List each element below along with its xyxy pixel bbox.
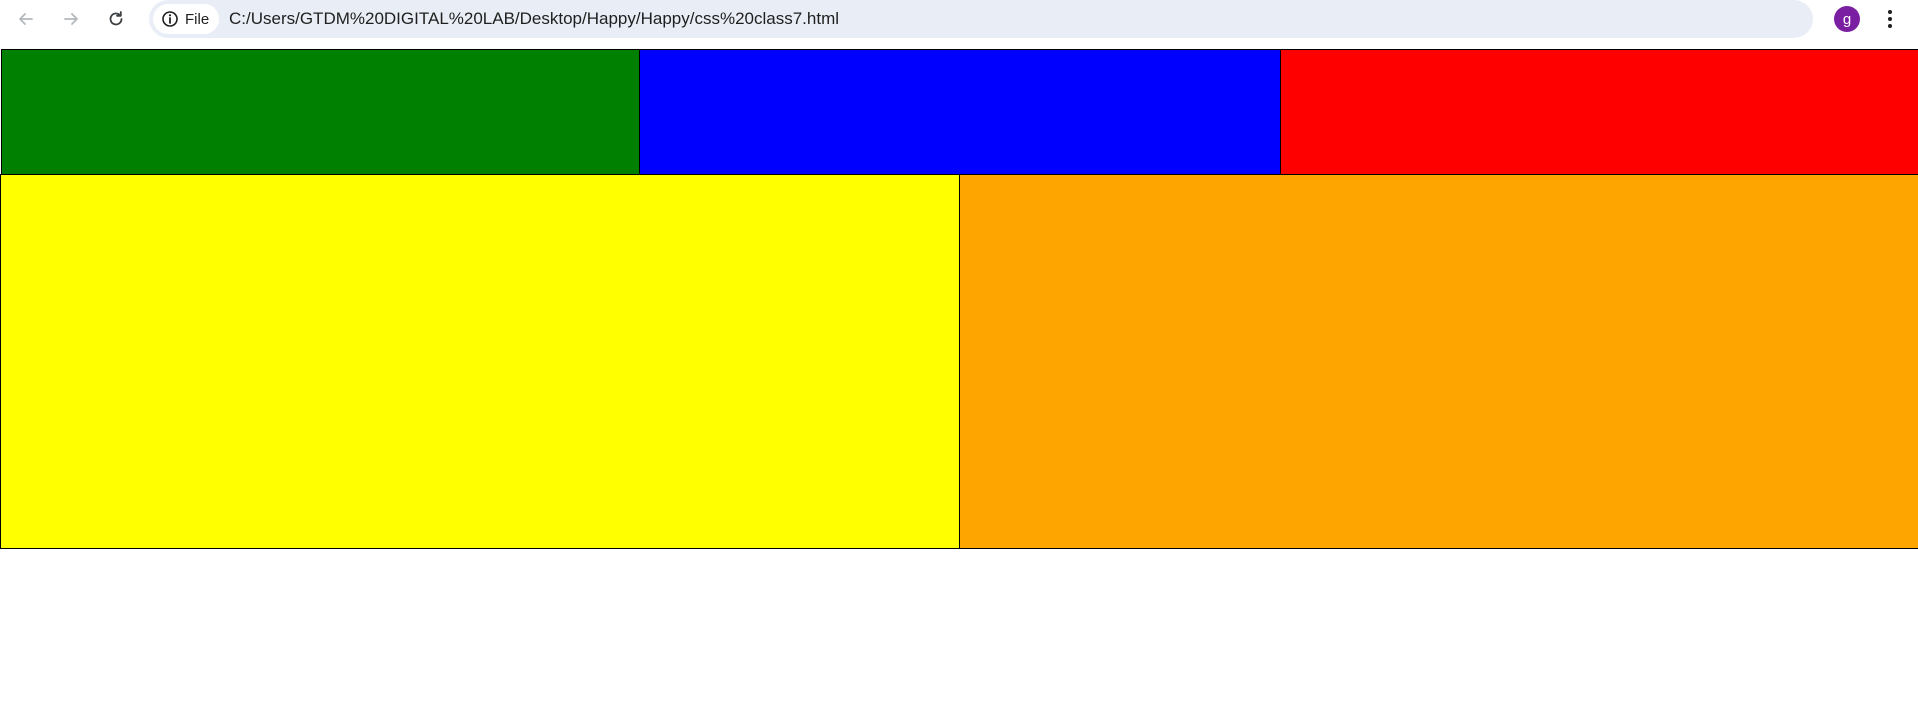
- forward-button[interactable]: [53, 1, 89, 37]
- blue-box: [639, 49, 1281, 175]
- red-box: [1280, 49, 1918, 175]
- site-chip-label: File: [185, 10, 210, 28]
- page-content: [0, 48, 1918, 716]
- kebab-menu-icon[interactable]: [1878, 7, 1902, 31]
- url-text[interactable]: C:/Users/GTDM%20DIGITAL%20LAB/Desktop/Ha…: [229, 9, 839, 29]
- back-button[interactable]: [8, 1, 44, 37]
- address-bar[interactable]: File C:/Users/GTDM%20DIGITAL%20LAB/Deskt…: [149, 0, 1813, 38]
- browser-toolbar: File C:/Users/GTDM%20DIGITAL%20LAB/Deskt…: [0, 0, 1918, 48]
- profile-initial: g: [1842, 10, 1852, 28]
- green-box: [1, 49, 640, 175]
- info-icon: [162, 11, 178, 27]
- profile-avatar[interactable]: g: [1834, 6, 1860, 32]
- reload-icon: [109, 11, 123, 26]
- arrow-right-icon: [64, 13, 78, 25]
- site-info-chip[interactable]: File: [153, 4, 220, 34]
- orange-box: [959, 174, 1918, 549]
- yellow-box: [0, 174, 960, 549]
- reload-button[interactable]: [98, 1, 134, 37]
- arrow-left-icon: [19, 13, 33, 25]
